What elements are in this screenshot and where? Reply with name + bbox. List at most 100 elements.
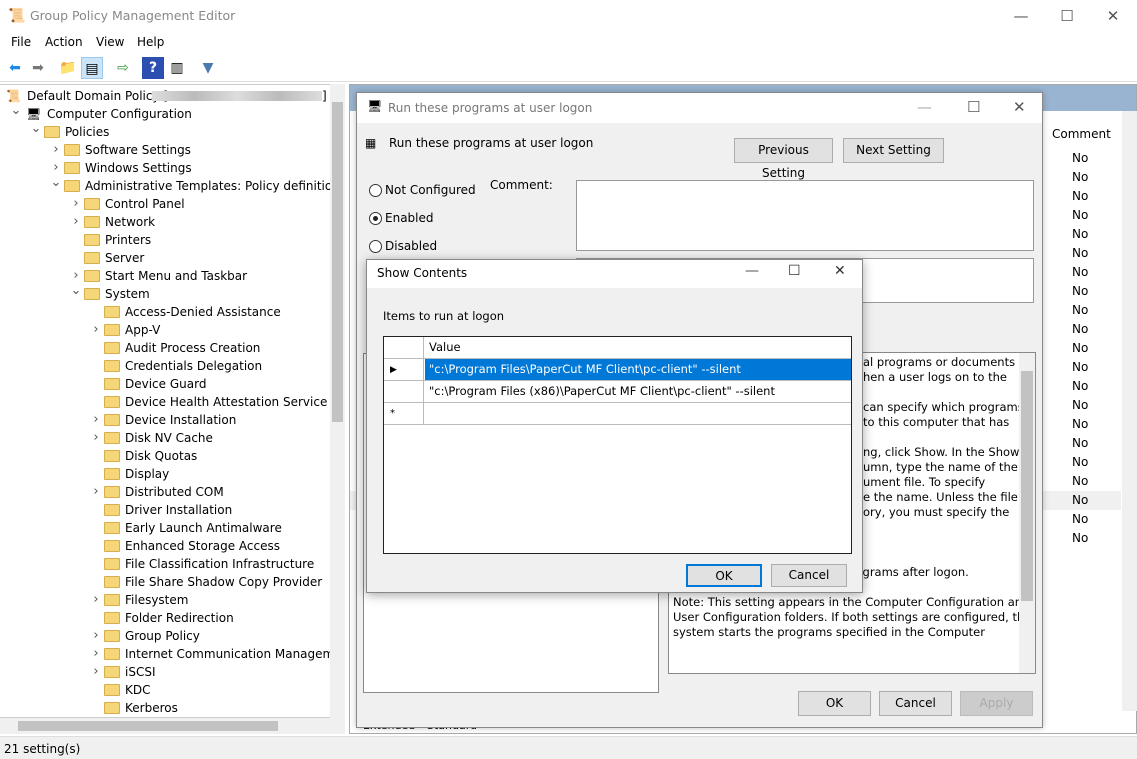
chevron-down-icon[interactable]: ⌄ <box>50 174 62 192</box>
tree-item[interactable]: Kerberos <box>0 699 340 717</box>
comment-value: No <box>1072 417 1089 431</box>
sc-close-button[interactable]: ✕ <box>834 263 846 279</box>
export-list-icon[interactable]: ⇨ <box>112 57 134 79</box>
next-setting-button[interactable]: Next Setting <box>843 138 944 163</box>
tree-item[interactable]: › App-V <box>0 321 340 339</box>
forward-icon[interactable]: ➡ <box>27 57 49 79</box>
chevron-right-icon[interactable]: › <box>90 663 102 681</box>
tree-item[interactable]: ⌄ 🖥 Computer Configuration <box>0 102 340 123</box>
chevron-right-icon[interactable]: › <box>50 141 62 159</box>
tree-item[interactable]: Credentials Delegation <box>0 357 340 375</box>
chevron-right-icon[interactable]: › <box>90 321 102 339</box>
chevron-right-icon[interactable]: › <box>90 483 102 501</box>
chevron-down-icon[interactable]: ⌄ <box>10 102 22 120</box>
tree-item[interactable]: Device Guard <box>0 375 340 393</box>
grid-row[interactable]: "c:\Program Files (x86)\PaperCut MF Clie… <box>384 381 851 403</box>
column-header-comment[interactable]: Comment <box>1052 127 1111 141</box>
tree-item[interactable]: Enhanced Storage Access <box>0 537 340 555</box>
tree-horizontal-scrollbar[interactable] <box>0 718 345 734</box>
tree-item[interactable]: › Group Policy <box>0 627 340 645</box>
tree-item[interactable]: KDC <box>0 681 340 699</box>
value-cell[interactable]: "c:\Program Files (x86)\PaperCut MF Clie… <box>425 381 851 402</box>
grid-new-row[interactable]: * <box>384 403 851 425</box>
tree-item[interactable]: Device Health Attestation Service <box>0 393 340 411</box>
ok-button[interactable]: OK <box>798 691 871 716</box>
tree-item[interactable]: File Classification Infrastructure <box>0 555 340 573</box>
tree-item[interactable]: Printers <box>0 231 340 249</box>
help-icon[interactable]: ? <box>142 57 164 79</box>
radio-enabled[interactable] <box>369 212 382 225</box>
tree-item[interactable]: Driver Installation <box>0 501 340 519</box>
dialog-maximize-button[interactable]: ☐ <box>967 98 980 116</box>
new-value-cell[interactable] <box>425 403 851 424</box>
tree-item[interactable]: › Internet Communication Management <box>0 645 344 663</box>
show-hide-tree-icon[interactable]: ▤ <box>81 57 103 79</box>
tree-item[interactable]: › iSCSI <box>0 663 340 681</box>
tree-item[interactable]: › Device Installation <box>0 411 340 429</box>
tree-item[interactable]: ⌄ System <box>0 282 340 303</box>
maximize-button[interactable]: ☐ <box>1044 4 1090 28</box>
tree-item[interactable]: ⌄ Administrative Templates: Policy defini… <box>0 174 344 195</box>
sc-minimize-button[interactable]: — <box>745 263 759 279</box>
filter-icon[interactable]: ▼ <box>197 57 219 79</box>
chevron-down-icon[interactable]: ⌄ <box>30 120 42 138</box>
tree-vertical-scrollbar[interactable] <box>330 84 345 718</box>
column-header-value[interactable]: Value <box>425 337 851 358</box>
chevron-right-icon[interactable]: › <box>90 645 102 663</box>
folder-icon <box>64 162 80 174</box>
sc-cancel-button[interactable]: Cancel <box>771 564 847 587</box>
value-cell[interactable]: "c:\Program Files\PaperCut MF Client\pc-… <box>425 359 851 380</box>
grid-row[interactable]: ▶ "c:\Program Files\PaperCut MF Client\pc… <box>384 359 851 381</box>
sc-ok-button[interactable]: OK <box>686 564 762 587</box>
comment-textarea[interactable] <box>576 180 1034 251</box>
chevron-right-icon[interactable]: › <box>90 591 102 609</box>
chevron-right-icon[interactable]: › <box>90 411 102 429</box>
label-disabled: Disabled <box>385 239 438 253</box>
chevron-right-icon[interactable]: › <box>70 195 82 213</box>
show-action-pane-icon[interactable]: ▥ <box>166 57 188 79</box>
chevron-right-icon[interactable]: › <box>90 627 102 645</box>
menu-view[interactable]: View <box>96 35 124 49</box>
comment-value: No <box>1072 436 1089 450</box>
radio-disabled[interactable] <box>369 240 382 253</box>
close-button[interactable]: ✕ <box>1090 4 1136 28</box>
radio-not-configured[interactable] <box>369 184 382 197</box>
tree-item[interactable]: › Network <box>0 213 340 231</box>
back-icon[interactable]: ⬅ <box>4 57 26 79</box>
menu-action[interactable]: Action <box>45 35 83 49</box>
dialog-minimize-button[interactable]: — <box>917 98 932 116</box>
tree-item-label: Windows Settings <box>85 161 192 175</box>
tree-item[interactable]: File Share Shadow Copy Provider <box>0 573 340 591</box>
tree-item[interactable]: Audit Process Creation <box>0 339 340 357</box>
previous-setting-button[interactable]: Previous Setting <box>734 138 833 180</box>
tree-item[interactable]: ⌄ Policies <box>0 120 340 141</box>
tree-item[interactable]: Folder Redirection <box>0 609 340 627</box>
help-scrollbar[interactable] <box>1019 353 1035 673</box>
dialog-close-button[interactable]: ✕ <box>1013 98 1026 116</box>
tree-item[interactable]: Server <box>0 249 340 267</box>
menu-file[interactable]: File <box>11 35 31 49</box>
folder-icon <box>104 450 120 462</box>
tree-item[interactable]: › Control Panel <box>0 195 340 213</box>
chevron-down-icon[interactable]: ⌄ <box>70 282 82 300</box>
chevron-right-icon[interactable]: › <box>70 213 82 231</box>
up-folder-icon[interactable]: 📁 <box>57 57 79 79</box>
sc-maximize-button[interactable]: ☐ <box>788 263 801 279</box>
tree-item[interactable]: › Filesystem <box>0 591 340 609</box>
tree-item[interactable]: Display <box>0 465 340 483</box>
tree-item-label: Control Panel <box>105 197 185 211</box>
tree-item[interactable]: Early Launch Antimalware <box>0 519 340 537</box>
tree-item[interactable]: › Distributed COM <box>0 483 340 501</box>
tree-item[interactable]: Access-Denied Assistance <box>0 303 340 321</box>
menu-help[interactable]: Help <box>137 35 164 49</box>
apply-button[interactable]: Apply <box>960 691 1033 716</box>
tree-item[interactable]: › Disk NV Cache <box>0 429 340 447</box>
minimize-button[interactable]: — <box>998 4 1044 28</box>
cancel-button[interactable]: Cancel <box>879 691 952 716</box>
list-vertical-scrollbar[interactable] <box>1122 111 1137 711</box>
tree-item[interactable]: Disk Quotas <box>0 447 340 465</box>
tree-item[interactable]: › Software Settings <box>0 141 340 159</box>
tree-item[interactable]: 📜 Default Domain Policy [] <box>0 87 340 105</box>
tree-item[interactable]: › Start Menu and Taskbar <box>0 267 340 285</box>
chevron-right-icon[interactable]: › <box>90 429 102 447</box>
